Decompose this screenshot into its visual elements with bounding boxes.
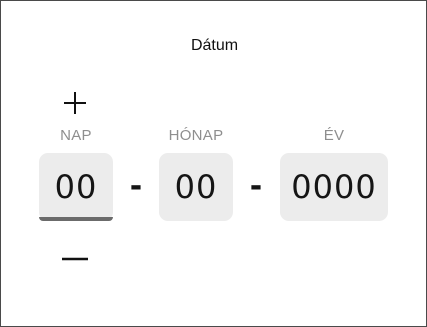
month-label: HÓNAP	[168, 127, 224, 144]
minus-icon	[62, 257, 88, 261]
date-separator: -	[129, 169, 143, 204]
increment-button[interactable]	[55, 89, 95, 117]
date-separator: -	[249, 169, 263, 204]
year-label: ÉV	[323, 127, 345, 144]
day-label: NAP	[60, 127, 92, 144]
month-field[interactable]: 00	[159, 153, 233, 221]
day-field[interactable]: 00	[39, 153, 113, 221]
day-value: 00	[54, 168, 98, 206]
year-value: 0000	[291, 168, 377, 206]
month-value: 00	[174, 168, 218, 206]
plus-icon	[64, 92, 86, 114]
decrement-button[interactable]	[55, 245, 95, 273]
date-dialog: Dátum NAP HÓNAP ÉV 00 - 00 - 0000	[0, 0, 427, 327]
year-field[interactable]: 0000	[280, 153, 388, 221]
dialog-title: Dátum	[190, 37, 239, 54]
